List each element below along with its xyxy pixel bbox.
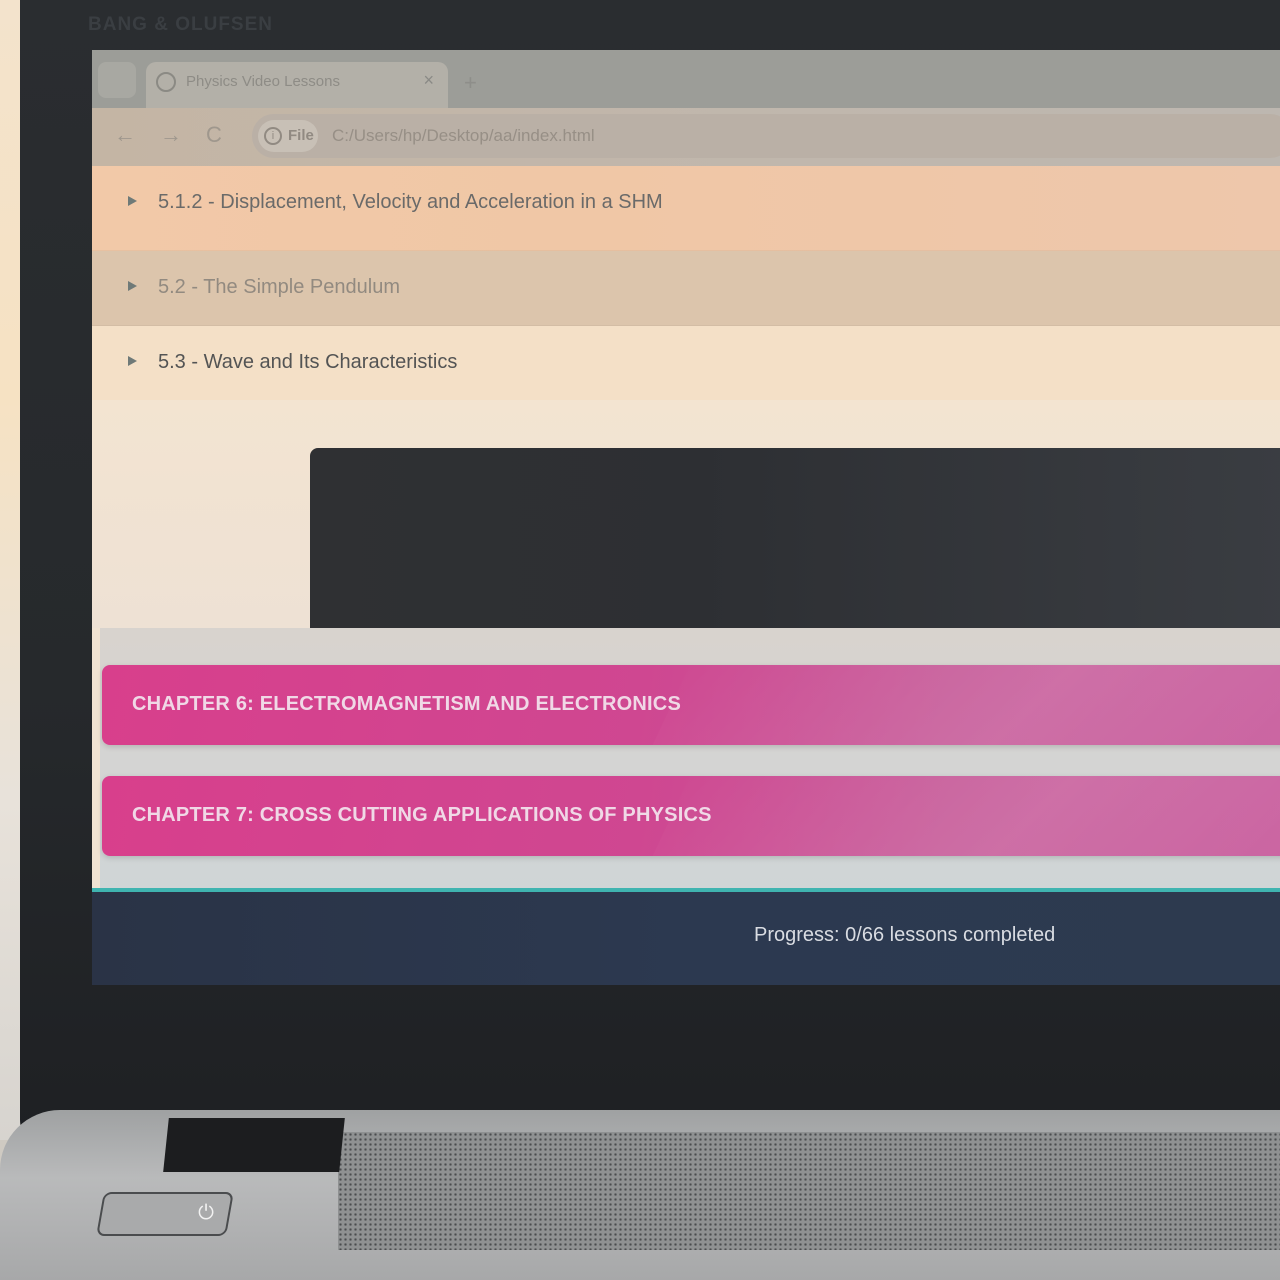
laptop-hinge [163, 1118, 345, 1172]
info-icon: i [264, 127, 282, 145]
play-icon [128, 356, 137, 366]
site-info-label: File [288, 127, 314, 144]
tab-search-button[interactable] [98, 62, 136, 98]
power-button[interactable]: ⏻ [96, 1192, 234, 1236]
globe-icon [156, 72, 176, 92]
lesson-label: 5.2 - The Simple Pendulum [158, 276, 400, 298]
progress-footer: Progress: 0/66 lessons completed [92, 888, 1280, 985]
play-icon [128, 196, 137, 206]
site-info-chip[interactable]: i File [258, 120, 318, 152]
address-bar[interactable]: i File C:/Users/hp/Desktop/aa/index.html [252, 114, 1280, 158]
chapter-7-header[interactable]: CHAPTER 7: CROSS CUTTING APPLICATIONS OF… [102, 776, 1280, 856]
lesson-item[interactable]: 5.1.2 - Displacement, Velocity and Accel… [92, 166, 1280, 251]
chapter-6-header[interactable]: CHAPTER 6: ELECTROMAGNETISM AND ELECTRON… [102, 665, 1280, 745]
laptop-screen: Physics Video Lessons × + ← → C i File C… [92, 50, 1280, 985]
chapter-list: CHAPTER 6: ELECTROMAGNETISM AND ELECTRON… [100, 628, 1280, 890]
back-button[interactable]: ← [114, 122, 136, 148]
speaker-grille [338, 1132, 1280, 1250]
play-icon [128, 281, 137, 291]
url-text: C:/Users/hp/Desktop/aa/index.html [332, 126, 595, 145]
lesson-item[interactable]: 5.3 - Wave and Its Characteristics [92, 326, 1280, 403]
chapter-title: CHAPTER 7: CROSS CUTTING APPLICATIONS OF… [132, 804, 712, 826]
forward-button[interactable]: → [160, 122, 182, 148]
new-tab-button[interactable]: + [464, 70, 477, 96]
tab-title: Physics Video Lessons [186, 73, 340, 90]
brand-logo: BANG & OLUFSEN [88, 14, 273, 35]
close-icon[interactable]: × [423, 70, 434, 91]
video-player[interactable] [310, 448, 1280, 628]
tab-bar: Physics Video Lessons × + [92, 50, 1280, 108]
lesson-label: 5.3 - Wave and Its Characteristics [158, 351, 458, 373]
progress-text: Progress: 0/66 lessons completed [754, 924, 1056, 946]
power-icon: ⏻ [198, 1202, 215, 1224]
lesson-item[interactable]: 5.2 - The Simple Pendulum [92, 251, 1280, 326]
tab-physics-video-lessons[interactable]: Physics Video Lessons × [146, 62, 448, 108]
video-section [92, 400, 1280, 628]
chapter-title: CHAPTER 6: ELECTROMAGNETISM AND ELECTRON… [132, 693, 681, 715]
navigation-bar: ← → C i File C:/Users/hp/Desktop/aa/inde… [92, 108, 1280, 166]
lesson-list: 5.1.2 - Displacement, Velocity and Accel… [92, 166, 1280, 403]
reload-button[interactable]: C [206, 122, 222, 148]
lesson-label: 5.1.2 - Displacement, Velocity and Accel… [158, 191, 663, 213]
